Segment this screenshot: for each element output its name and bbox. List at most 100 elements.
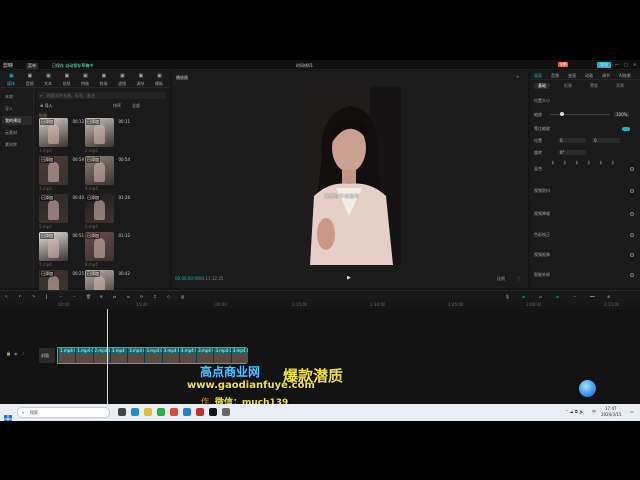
- track-lock-icon[interactable]: 🔒: [6, 351, 11, 356]
- media-clip-thumb[interactable]: 已添加 00:51 7.mp4: [39, 232, 84, 267]
- timeline-clip[interactable]: 3.mp4: [109, 348, 128, 363]
- row-toggle-icon[interactable]: [630, 212, 634, 216]
- explorer-icon[interactable]: [144, 408, 152, 416]
- inspector-tab-5[interactable]: AI效果: [619, 73, 631, 79]
- taskbar-tray-icons[interactable]: ⌃ ☁ ⧉ 🔊: [565, 409, 584, 414]
- timeline-clip[interactable]: 3.mp4 0001: [144, 348, 162, 363]
- sidebar-item-2[interactable]: 我的预设: [2, 116, 32, 125]
- settings-icon[interactable]: [222, 408, 230, 416]
- inspector-subtab-2[interactable]: 蒙版: [586, 83, 602, 89]
- align-icon[interactable]: ⫼: [576, 160, 578, 165]
- timeline-clip[interactable]: 1.mp4 00:: [58, 348, 76, 363]
- media-icon[interactable]: [183, 408, 191, 416]
- menu-button[interactable]: 菜单: [26, 63, 38, 69]
- media-clip-thumb[interactable]: 已添加 00:13 1.mp4: [39, 118, 84, 153]
- tab-sticker[interactable]: ▣ 贴纸: [60, 72, 77, 87]
- maximize-icon[interactable]: ▢: [624, 62, 628, 67]
- inspector-subtab-3[interactable]: 背景: [612, 83, 628, 89]
- snap-icon[interactable]: ⇌: [539, 294, 542, 299]
- media-search-input[interactable]: ⌕ 搜索文件名称、标签、备注: [38, 92, 166, 99]
- row-toggle-icon[interactable]: [630, 253, 634, 257]
- play-icon[interactable]: ▶: [347, 275, 351, 281]
- crop-icon[interactable]: ⌗: [154, 294, 156, 299]
- row-toggle-icon[interactable]: [630, 273, 634, 277]
- align-icon[interactable]: ⫼: [612, 160, 614, 165]
- select-icon[interactable]: ↖: [5, 294, 8, 299]
- close-icon[interactable]: ✕: [633, 62, 636, 67]
- tab-transition[interactable]: ▣ 转场: [97, 72, 114, 87]
- taskbar-time[interactable]: 17:47: [605, 406, 617, 411]
- rotation-input[interactable]: 0°: [558, 150, 586, 155]
- wechat-icon[interactable]: [157, 408, 165, 416]
- align-icon[interactable]: ⫼: [564, 160, 566, 165]
- inspector-tab-3[interactable]: 动画: [585, 73, 593, 79]
- track-audio-icon[interactable]: ♪: [22, 351, 25, 356]
- tab-media[interactable]: ▣ 媒体: [4, 72, 21, 87]
- split-left-icon[interactable]: ⊣: [59, 294, 62, 299]
- export-button[interactable]: 导出: [597, 62, 611, 68]
- notification-icon[interactable]: ▭: [630, 409, 634, 414]
- tab-adjust[interactable]: ▣ 调节: [134, 72, 151, 87]
- row-toggle-icon[interactable]: [630, 189, 634, 193]
- tab-template[interactable]: ▣ 模板: [152, 72, 169, 87]
- cover-button[interactable]: 封面: [39, 348, 55, 363]
- timeline-clip[interactable]: 3.mp4 00:: [196, 348, 214, 363]
- chrome-icon[interactable]: [170, 408, 178, 416]
- inspector-tab-4[interactable]: 调节: [602, 73, 610, 79]
- scale-slider[interactable]: [550, 112, 610, 116]
- inspector-subtab-0[interactable]: 基础: [534, 83, 550, 89]
- timeline-clip[interactable]: 1.mp4 00:: [75, 348, 93, 363]
- preview-axis-icon[interactable]: ⇌: [556, 294, 559, 299]
- inspector-tab-2[interactable]: 变速: [568, 73, 576, 79]
- ratio-button[interactable]: 比例: [497, 276, 505, 282]
- zoom-in-icon[interactable]: ⊕: [607, 294, 610, 299]
- task-view-icon[interactable]: [118, 408, 126, 416]
- sidebar-item-3[interactable]: 云素材: [2, 128, 32, 137]
- taskbar-search-box[interactable]: ⌕ 搜索: [17, 407, 110, 418]
- capcut-icon[interactable]: [209, 408, 217, 416]
- media-clip-thumb[interactable]: 已添加 00:54 4.mp4: [85, 156, 130, 191]
- ime-indicator[interactable]: 中: [592, 409, 596, 415]
- align-icon[interactable]: ⫼: [588, 160, 590, 165]
- zoom-slider[interactable]: ━━: [590, 294, 595, 299]
- edge-icon[interactable]: [131, 408, 139, 416]
- timeline-clip[interactable]: 3.mp4 0001: [213, 348, 231, 363]
- track-eye-icon[interactable]: ◉: [14, 351, 18, 356]
- timeline-clip[interactable]: 3.mp4 0001: [178, 348, 197, 363]
- floating-assistant-icon[interactable]: [579, 380, 596, 397]
- tab-text[interactable]: ▣ 文本: [41, 72, 58, 87]
- media-clip-thumb[interactable]: 已添加 00:40 5.mp4: [39, 194, 84, 229]
- row-toggle-icon[interactable]: [630, 167, 634, 171]
- media-clip-thumb[interactable]: 已添加 01:32 8.mp4: [85, 232, 130, 267]
- mask-icon[interactable]: ▧: [181, 294, 185, 299]
- position-y-input[interactable]: 0: [592, 138, 620, 143]
- zoom-out-icon[interactable]: −: [573, 294, 576, 299]
- link-icon[interactable]: ⇌: [522, 294, 525, 299]
- media-clip-thumb[interactable]: 已添加 00:59 3.mp4: [39, 156, 84, 191]
- timeline-clip[interactable]: 3.mp4 00: [161, 348, 179, 363]
- uniform-scale-toggle[interactable]: [622, 127, 630, 131]
- mirror-icon[interactable]: ⇋: [127, 294, 130, 299]
- vip-badge[interactable]: VIP: [558, 62, 569, 67]
- timeline-clip[interactable]: 3.mp4 00: [127, 348, 145, 363]
- filter-button[interactable]: 全部: [132, 103, 140, 109]
- pdf-icon[interactable]: [196, 408, 204, 416]
- inspector-subtab-1[interactable]: 抠像: [560, 83, 576, 89]
- tab-filter[interactable]: ▣ 滤镜: [115, 72, 132, 87]
- timeline-clip[interactable]: 3.mp4 0001 00:n: [230, 348, 248, 363]
- sidebar-item-1[interactable]: 导入: [2, 104, 32, 113]
- redo-icon[interactable]: ↷: [32, 294, 35, 299]
- undo-icon[interactable]: ↶: [19, 294, 22, 299]
- inspector-tab-1[interactable]: 音频: [551, 73, 559, 79]
- reverse-icon[interactable]: ⇄: [113, 294, 116, 299]
- slider-knob[interactable]: [560, 112, 564, 116]
- sidebar-item-0[interactable]: 本地: [2, 92, 32, 101]
- scale-value[interactable]: 100%: [614, 112, 630, 117]
- media-clip-thumb[interactable]: 已添加 01:26 6.mp4: [85, 194, 130, 229]
- split-right-icon[interactable]: ⊢: [73, 294, 76, 299]
- windows-start-icon[interactable]: [4, 408, 12, 421]
- align-icon[interactable]: ⫼: [552, 160, 554, 165]
- keyframe-icon[interactable]: ◇: [167, 294, 170, 299]
- delete-icon[interactable]: 🗑: [86, 294, 91, 299]
- position-x-input[interactable]: 0: [558, 138, 586, 143]
